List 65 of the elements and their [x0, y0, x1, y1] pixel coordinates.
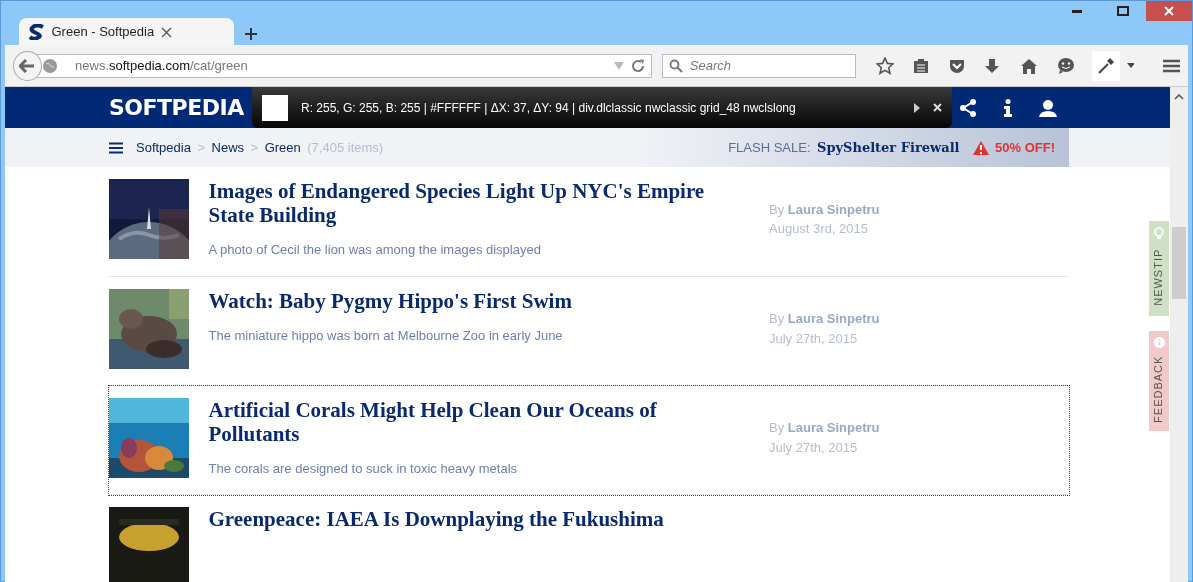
article-title[interactable]: Images of Endangered Species Light Up NYC's Empire State Building	[208, 179, 729, 227]
site-icon	[29, 24, 45, 40]
eyedropper-icon[interactable]	[1097, 56, 1116, 75]
breadcrumb-separator: >	[250, 138, 259, 157]
eyedropper-button[interactable]	[1091, 50, 1121, 81]
author-line: By Laura Sinpetru	[769, 419, 881, 438]
minimize-icon[interactable]	[1072, 9, 1082, 13]
home-icon[interactable]	[1019, 57, 1038, 74]
side-tab[interactable]: NEWSTIP	[1149, 221, 1169, 316]
share-icon[interactable]	[959, 98, 977, 117]
side-tab[interactable]: FEEDBACK	[1149, 331, 1169, 431]
article-summary: The corals are designed to suck in toxic heavy metals	[208, 459, 519, 478]
warning-icon	[972, 140, 989, 155]
side-tab-label: NEWSTIP	[1151, 248, 1166, 307]
side-tab-label: FEEDBACK	[1151, 355, 1166, 424]
close-icon[interactable]	[160, 26, 172, 38]
article-summary: The miniature hippo was born at Melbourne Zoo in early June	[208, 326, 564, 345]
menu-icon[interactable]	[109, 141, 123, 154]
flash-sale-label: FLASH SALE:	[728, 138, 811, 157]
author-line: By Laura Sinpetru	[769, 310, 881, 328]
reading-list-icon[interactable]	[913, 57, 930, 74]
download-icon[interactable]	[984, 57, 1001, 74]
logo[interactable]: SOFTPEDIA	[109, 91, 244, 124]
play-icon[interactable]	[914, 102, 920, 113]
reload-icon[interactable]	[630, 58, 645, 73]
article-title[interactable]: Artificial Corals Might Help Clean Our Oceans of Pollutants	[208, 397, 729, 446]
star-icon[interactable]	[875, 56, 894, 75]
scrollbar[interactable]	[1170, 87, 1188, 582]
info-icon[interactable]	[1003, 98, 1013, 117]
url-text: news.softpedia.com/cat/green	[75, 56, 248, 75]
article-summary: A photo of Cecil the lion was among the images displayed	[208, 241, 542, 259]
scroll-up-icon[interactable]	[1174, 94, 1184, 100]
search-field[interactable]: Search	[661, 53, 857, 78]
color-swatch	[262, 94, 288, 121]
promo-link[interactable]: SpyShelter Firewall	[817, 137, 960, 158]
back-arrow-icon[interactable]	[19, 58, 36, 73]
article-date: July 27th, 2015	[769, 438, 859, 457]
pocket-icon[interactable]	[948, 57, 965, 74]
menu-icon[interactable]	[1162, 58, 1180, 73]
inspector-text: R: 255, G: 255, B: 255 | #FFFFFF | ΔX: 37, ΔY: 94 | div.dlclassic nwclassic grid_48 nwclslong	[301, 99, 796, 117]
article-date: August 3rd, 2015	[769, 220, 870, 239]
discount-text: 50% OFF!	[995, 138, 1055, 157]
back-button[interactable]	[13, 50, 42, 81]
article-date: July 27th, 2015	[769, 329, 859, 348]
maximize-icon[interactable]	[1117, 6, 1129, 16]
close-button[interactable]	[1146, 1, 1192, 21]
scrollbar-thumb[interactable]	[1172, 227, 1186, 299]
caret-icon[interactable]	[1126, 63, 1135, 68]
breadcrumb-link[interactable]: Green	[264, 137, 301, 158]
breadcrumb-separator: >	[197, 138, 206, 157]
tab-title: Green - Softpedia	[51, 23, 155, 42]
item-count: (7,405 items)	[307, 138, 384, 157]
globe-icon	[43, 58, 58, 73]
user-icon[interactable]	[1039, 98, 1057, 117]
article-title[interactable]: Greenpeace: IAEA Is Downplaying the Fukushima	[208, 507, 729, 531]
search-icon	[669, 58, 684, 73]
breadcrumb-link[interactable]: News	[211, 137, 245, 158]
breadcrumb-link[interactable]: Softpedia	[136, 137, 191, 158]
smiley-icon[interactable]	[1057, 57, 1076, 74]
browser-tab[interactable]: Green - Softpedia	[19, 18, 234, 46]
article-title[interactable]: Watch: Baby Pygmy Hippo's First Swim	[208, 288, 729, 313]
info-icon	[1153, 337, 1165, 348]
new-tab-icon[interactable]	[244, 27, 258, 41]
author-line: By Laura Sinpetru	[769, 200, 881, 219]
lightbulb-icon	[1154, 227, 1164, 239]
